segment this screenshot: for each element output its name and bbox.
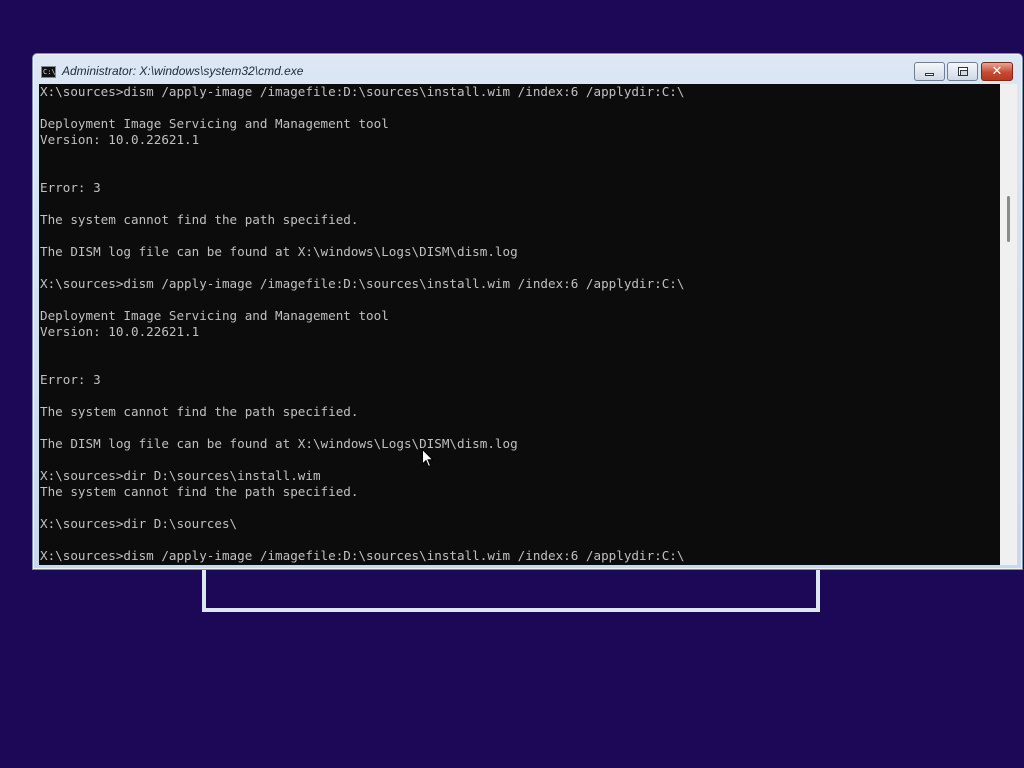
console-lines: X:\sources>dism /apply-image /imagefile:… [39, 84, 1000, 564]
console-line: Deployment Image Servicing and Managemen… [40, 308, 389, 323]
window-title: Administrator: X:\windows\system32\cmd.e… [62, 64, 304, 78]
console-line: X:\sources>dism /apply-image /imagefile:… [40, 276, 685, 291]
console-line: The system cannot find the path specifie… [40, 484, 359, 499]
console-line: X:\sources>dism /apply-image /imagefile:… [40, 84, 685, 99]
console-line: The system cannot find the path specifie… [40, 212, 359, 227]
vertical-scrollbar[interactable] [1000, 84, 1017, 565]
console-line: Version: 10.0.22621.1 [40, 324, 200, 339]
minimize-button[interactable] [914, 62, 945, 81]
console-line: Error: 3 [40, 180, 101, 195]
cmd-icon[interactable]: C:\ [41, 66, 56, 78]
console-line: Version: 10.0.22621.1 [40, 132, 200, 147]
console-line: Error: 3 [40, 372, 101, 387]
console-line: X:\sources>dir D:\sources\ [40, 516, 238, 531]
console-line: The DISM log file can be found at X:\win… [40, 436, 518, 451]
title-bar[interactable]: C:\ Administrator: X:\windows\system32\c… [33, 54, 1022, 84]
console-window[interactable]: C:\ Administrator: X:\windows\system32\c… [32, 53, 1023, 570]
console-output[interactable]: X:\sources>dism /apply-image /imagefile:… [39, 84, 1000, 565]
close-button[interactable]: ✕ [981, 62, 1013, 81]
console-line: X:\sources>dir D:\sources\install.wim [40, 468, 321, 483]
maximize-button[interactable] [947, 62, 978, 81]
console-line: The DISM log file can be found at X:\win… [40, 244, 518, 259]
scrollbar-thumb[interactable] [1007, 196, 1010, 242]
console-line: Deployment Image Servicing and Managemen… [40, 116, 389, 131]
maximize-icon [958, 67, 968, 76]
console-line: X:\sources>dism /apply-image /imagefile:… [40, 548, 685, 563]
desktop-background: C:\ Administrator: X:\windows\system32\c… [0, 0, 1024, 768]
minimize-icon [925, 73, 934, 76]
console-line: The system cannot find the path specifie… [40, 404, 359, 419]
close-icon: ✕ [991, 64, 1003, 79]
